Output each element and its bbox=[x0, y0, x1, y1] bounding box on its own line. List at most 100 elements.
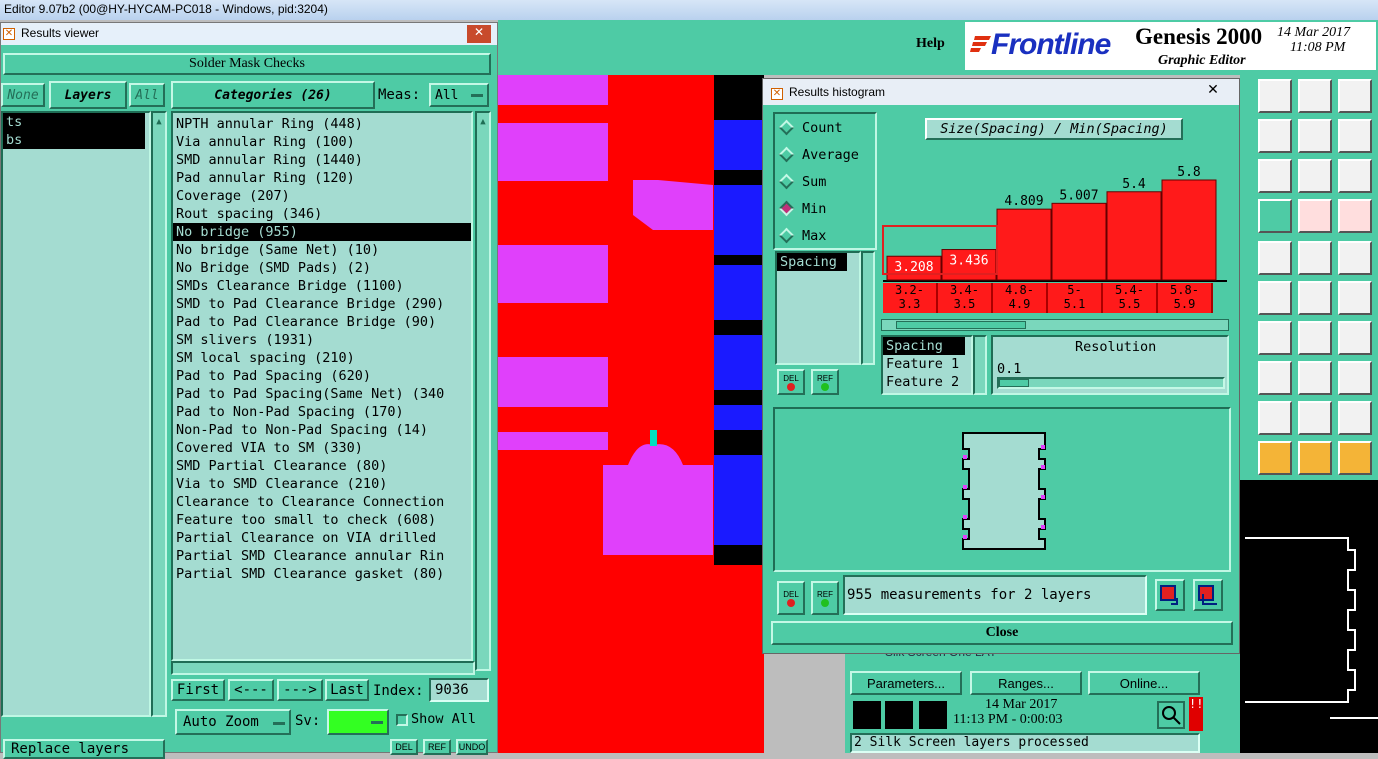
all-button[interactable]: All bbox=[129, 83, 165, 107]
filter-icon[interactable] bbox=[1155, 579, 1185, 611]
radio-icon[interactable] bbox=[778, 200, 795, 217]
tool-icon-16[interactable] bbox=[1258, 281, 1292, 315]
tool-icon-7[interactable] bbox=[1258, 159, 1292, 193]
list-item[interactable]: Pad to Pad Spacing(Same Net) (340 bbox=[173, 385, 471, 403]
feature-list[interactable]: Spacing Feature 1 Feature 2 bbox=[881, 335, 973, 395]
radio-icon[interactable] bbox=[778, 173, 795, 190]
window-menu-icon[interactable]: ✕ bbox=[3, 28, 15, 40]
categories-scrollbar[interactable] bbox=[475, 111, 491, 671]
tool-icon-17[interactable] bbox=[1298, 281, 1332, 315]
list-item[interactable]: Feature 2 bbox=[883, 373, 971, 391]
sv-color-dropdown[interactable] bbox=[327, 709, 389, 735]
none-button[interactable]: None bbox=[1, 83, 45, 107]
replace-layers-dropdown[interactable]: Replace layers bbox=[3, 739, 165, 759]
tool-icon-28[interactable] bbox=[1258, 441, 1292, 475]
list-item[interactable]: SM local spacing (210) bbox=[173, 349, 471, 367]
tool-icon-23[interactable] bbox=[1298, 361, 1332, 395]
list-item[interactable]: Pad to Non-Pad Spacing (170) bbox=[173, 403, 471, 421]
parameters-button[interactable]: Parameters... bbox=[850, 671, 962, 695]
list-item[interactable]: Pad to Pad Clearance Bridge (90) bbox=[173, 313, 471, 331]
range-label[interactable]: 5.4- 5.5 bbox=[1103, 283, 1158, 313]
run-icon-1[interactable] bbox=[853, 701, 881, 729]
list-item[interactable]: SMD Partial Clearance (80) bbox=[173, 457, 471, 475]
chart-hscrollbar[interactable] bbox=[881, 319, 1229, 331]
tool-icon-15[interactable] bbox=[1338, 241, 1372, 275]
list-item[interactable]: Spacing bbox=[883, 337, 965, 355]
list-item[interactable]: NPTH annular Ring (448) bbox=[173, 115, 471, 133]
list-item[interactable]: Partial Clearance on VIA drilled bbox=[173, 529, 471, 547]
list-item[interactable]: Feature 1 bbox=[883, 355, 971, 373]
list-item[interactable]: SMD to Pad Clearance Bridge (290) bbox=[173, 295, 471, 313]
scroll-thumb[interactable] bbox=[896, 321, 1026, 329]
tool-icon-27[interactable] bbox=[1338, 401, 1372, 435]
tool-icon-18[interactable] bbox=[1338, 281, 1372, 315]
tool-icon-13[interactable] bbox=[1258, 241, 1292, 275]
alert-icon[interactable]: !! bbox=[1189, 697, 1203, 731]
index-field[interactable]: 9036 bbox=[429, 678, 489, 702]
list-item[interactable]: SM slivers (1931) bbox=[173, 331, 471, 349]
histogram-bar[interactable] bbox=[996, 208, 1052, 281]
histogram-bar[interactable] bbox=[1106, 191, 1162, 281]
tool-icon-29[interactable] bbox=[1298, 441, 1332, 475]
range-label[interactable]: 5- 5.1 bbox=[1048, 283, 1103, 313]
window-menu-icon[interactable]: ✕ bbox=[771, 88, 783, 100]
resolution-slider[interactable] bbox=[997, 377, 1225, 389]
tool-icon-25[interactable] bbox=[1258, 401, 1292, 435]
list-item[interactable]: Partial SMD Clearance annular Rin bbox=[173, 547, 471, 565]
range-label[interactable]: 3.2- 3.3 bbox=[883, 283, 938, 313]
tool-icon-4[interactable] bbox=[1258, 119, 1292, 153]
del-button[interactable]: DEL bbox=[777, 369, 805, 395]
histogram-bar[interactable] bbox=[1161, 179, 1217, 281]
list-item[interactable]: Via to SMD Clearance (210) bbox=[173, 475, 471, 493]
radio-icon[interactable] bbox=[778, 119, 795, 136]
list-item[interactable]: Spacing bbox=[777, 253, 847, 271]
graphic-canvas[interactable] bbox=[498, 75, 764, 753]
list-item[interactable]: No Bridge (SMD Pads) (2) bbox=[173, 259, 471, 277]
layers-scrollbar[interactable] bbox=[151, 111, 167, 717]
tool-icon-10[interactable] bbox=[1258, 199, 1292, 233]
layers-list[interactable]: ts bs bbox=[1, 111, 151, 717]
list-item[interactable]: Coverage (207) bbox=[173, 187, 471, 205]
tool-icon-1[interactable] bbox=[1258, 79, 1292, 113]
close-icon[interactable]: ✕ bbox=[467, 25, 491, 43]
list-item[interactable]: No bridge (Same Net) (10) bbox=[173, 241, 471, 259]
layers-button[interactable]: Layers bbox=[49, 81, 127, 109]
mode-option-min[interactable]: Min bbox=[775, 195, 875, 222]
tool-icon-8[interactable] bbox=[1298, 159, 1332, 193]
tool-icon-12[interactable] bbox=[1338, 199, 1372, 233]
online-button[interactable]: Online... bbox=[1088, 671, 1200, 695]
auto-zoom-dropdown[interactable]: Auto Zoom bbox=[175, 709, 291, 735]
attribute-scrollbar[interactable] bbox=[861, 251, 875, 365]
solder-mask-checks-header[interactable]: Solder Mask Checks bbox=[3, 53, 491, 75]
mode-option-max[interactable]: Max bbox=[775, 222, 875, 249]
tool-icon-26[interactable] bbox=[1298, 401, 1332, 435]
range-label[interactable]: 4.8- 4.9 bbox=[993, 283, 1048, 313]
categories-button[interactable]: Categories (26) bbox=[171, 81, 375, 109]
list-item[interactable]: Feature too small to check (608) bbox=[173, 511, 471, 529]
tool-icon-22[interactable] bbox=[1258, 361, 1292, 395]
tool-icon-21[interactable] bbox=[1338, 321, 1372, 355]
ref-button[interactable]: REF bbox=[811, 581, 839, 615]
list-item[interactable]: Covered VIA to SM (330) bbox=[173, 439, 471, 457]
feature-scrollbar[interactable] bbox=[973, 335, 987, 395]
first-button[interactable]: First bbox=[171, 679, 225, 701]
tool-icon-30[interactable] bbox=[1338, 441, 1372, 475]
tool-icon-19[interactable] bbox=[1258, 321, 1292, 355]
tool-icon-14[interactable] bbox=[1298, 241, 1332, 275]
close-button[interactable]: Close bbox=[771, 621, 1233, 645]
mode-option-count[interactable]: Count bbox=[775, 114, 875, 141]
list-item[interactable]: Partial SMD Clearance gasket (80) bbox=[173, 565, 471, 583]
restore-icon[interactable] bbox=[1193, 579, 1223, 611]
tool-icon-2[interactable] bbox=[1298, 79, 1332, 113]
list-item[interactable]: SMDs Clearance Bridge (1100) bbox=[173, 277, 471, 295]
range-label[interactable]: 3.4- 3.5 bbox=[938, 283, 993, 313]
radio-icon[interactable] bbox=[778, 146, 795, 163]
list-item[interactable]: Rout spacing (346) bbox=[173, 205, 471, 223]
close-icon[interactable]: ✕ bbox=[1193, 81, 1233, 99]
list-item[interactable]: Non-Pad to Non-Pad Spacing (14) bbox=[173, 421, 471, 439]
ref-button[interactable]: REF bbox=[811, 369, 839, 395]
list-item[interactable]: bs bbox=[3, 131, 145, 149]
tool-icon-9[interactable] bbox=[1338, 159, 1372, 193]
list-item[interactable]: Pad to Pad Spacing (620) bbox=[173, 367, 471, 385]
run-icon-3[interactable] bbox=[919, 701, 947, 729]
